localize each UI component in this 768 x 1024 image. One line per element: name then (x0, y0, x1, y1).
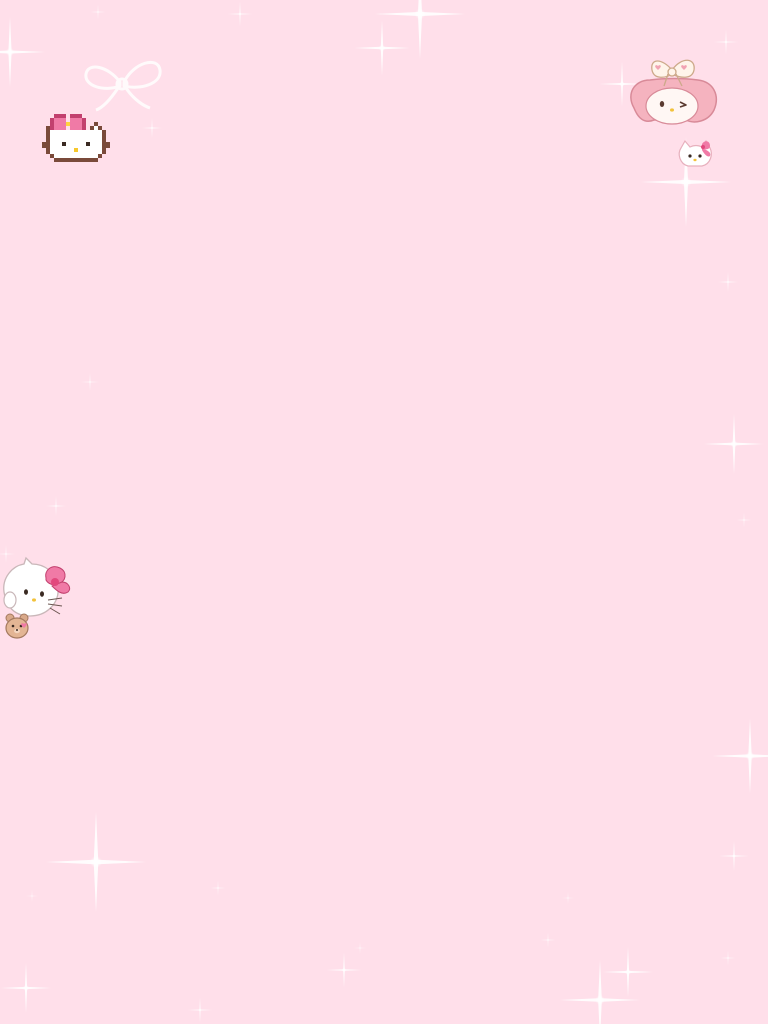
sparkle-icon (1, 963, 51, 1013)
sparkle-icon (81, 373, 99, 391)
sparkle-icon (720, 950, 736, 966)
sparkle-icon (46, 496, 66, 516)
sparkle-icon (227, 1, 253, 27)
sparkle-icon (736, 512, 752, 528)
hello-kitty-with-teddy-bear-icon (3, 556, 71, 639)
sparkle-icon (375, 0, 465, 59)
my-melody-head-icon (630, 59, 718, 125)
sparkle-icon (718, 272, 738, 292)
sparkle-icon (719, 841, 749, 871)
pixel-hello-kitty-face-icon (42, 114, 110, 162)
sparkle-icon (354, 942, 366, 954)
sparkle-icon (142, 118, 162, 138)
sparkle-icon (704, 414, 764, 474)
sparkle-icon (210, 880, 226, 896)
sparkle-icon (540, 932, 556, 948)
sparkle-icon (26, 890, 38, 902)
sparkle-icon (46, 812, 146, 912)
pink-sparkle-wallpaper (0, 0, 768, 1024)
sparkle-icon (187, 997, 213, 1023)
small-hello-kitty-face-icon (678, 139, 712, 167)
sparkle-icon (562, 892, 574, 904)
sparkle-icon (603, 947, 653, 997)
sparkle-icon (712, 718, 768, 794)
sparkle-icon (354, 20, 410, 76)
sparkle-icon (326, 952, 362, 988)
white-bow-outline-icon (84, 60, 162, 112)
sparkle-icon (0, 17, 45, 87)
sparkles-layer (0, 0, 768, 1024)
sparkle-icon (90, 4, 106, 20)
